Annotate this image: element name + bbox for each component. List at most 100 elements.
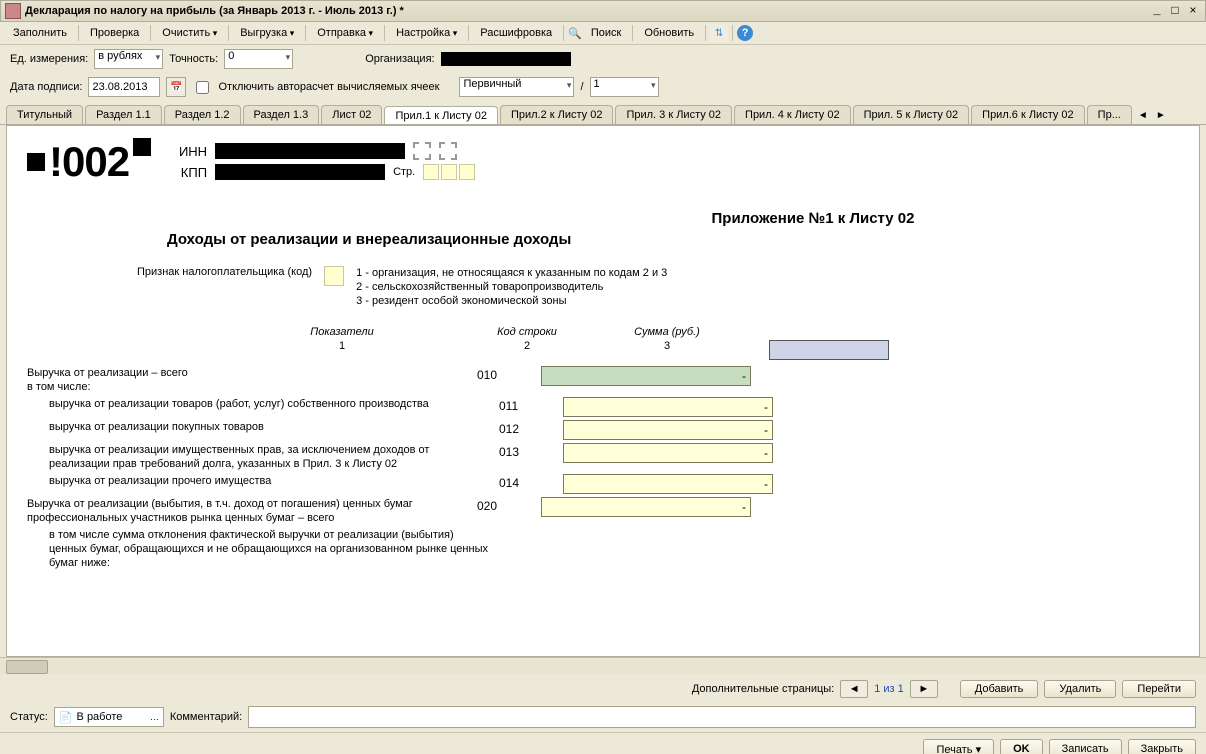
delete-page-button[interactable]: Удалить (1044, 680, 1116, 698)
row-code: 013 (499, 443, 563, 459)
status-value: В работе (77, 711, 123, 723)
tab-8[interactable]: Прил. 4 к Листу 02 (734, 105, 851, 124)
row-value-cell[interactable]: - (563, 443, 773, 463)
help-icon[interactable]: ? (737, 25, 753, 41)
decode-button[interactable]: Расшифровка (473, 24, 559, 42)
status-row: Статус: 📄 В работе … Комментарий: (0, 702, 1206, 732)
sign-date-input[interactable] (88, 77, 160, 97)
goto-page-button[interactable]: Перейти (1122, 680, 1196, 698)
data-row: в том числе сумма отклонения фактической… (27, 528, 1179, 570)
tab-5[interactable]: Прил.1 к Листу 02 (384, 106, 498, 125)
tab-4[interactable]: Лист 02 (321, 105, 382, 124)
tab-2[interactable]: Раздел 1.2 (164, 105, 241, 124)
comment-input[interactable] (248, 706, 1196, 728)
save-button[interactable]: Записать (1049, 739, 1122, 754)
column-headers: Показатели Код строки Сумма (руб.) (207, 326, 1179, 338)
tab-11[interactable]: Пр... (1087, 105, 1132, 124)
page-indicator: 1 из 1 (874, 683, 904, 695)
inn-value (215, 143, 405, 159)
minimize-button[interactable]: _ (1149, 4, 1165, 18)
appendix-title: Приложение №1 к Листу 02 (447, 210, 1179, 227)
search-button[interactable]: Поиск (584, 24, 628, 42)
row-desc: выручка от реализации имущественных прав… (27, 443, 499, 471)
main-toolbar: Заполнить Проверка Очистить Выгрузка Отп… (0, 22, 1206, 45)
tab-scroll-left[interactable]: ◄ (1136, 106, 1150, 124)
tab-0[interactable]: Титульный (6, 105, 83, 124)
row-code (499, 528, 563, 530)
horizontal-scrollbar[interactable] (0, 657, 1206, 674)
sort-icon[interactable]: ⇅ (710, 24, 728, 42)
legend-line-1: 1 - организация, не относящаяся к указан… (356, 266, 667, 280)
row-code: 020 (477, 497, 541, 513)
col-num-2: 2 (477, 340, 577, 360)
form-page[interactable]: !002 ИНН КПП Стр. (6, 125, 1200, 657)
row-desc: выручка от реализации покупных товаров (27, 420, 499, 434)
taxpayer-legend: Признак налогоплательщика (код) 1 - орга… (137, 266, 1179, 308)
data-row: Выручка от реализации – всегов том числе… (27, 366, 1179, 394)
row-value-cell[interactable]: - (541, 497, 751, 517)
print-button[interactable]: Печать ▾ (923, 739, 994, 754)
row-value-cell[interactable]: - (541, 366, 751, 386)
section-title: Доходы от реализации и внереализационные… (167, 231, 1179, 248)
row-code: 012 (499, 420, 563, 436)
sign-date-label: Дата подписи: (10, 81, 82, 93)
row-desc: Выручка от реализации (выбытия, в т.ч. д… (27, 497, 477, 525)
inn-extra-1 (413, 142, 431, 160)
status-field[interactable]: 📄 В работе … (54, 707, 164, 727)
tab-7[interactable]: Прил. 3 к Листу 02 (615, 105, 732, 124)
add-page-button[interactable]: Добавить (960, 680, 1039, 698)
disable-autocalc-checkbox[interactable] (196, 81, 209, 94)
tab-scroll-right[interactable]: ► (1154, 106, 1168, 124)
org-value (441, 52, 571, 66)
params-row-1: Ед. измерения: в рублях Точность: 0 Орга… (0, 45, 1206, 73)
ok-button[interactable]: OK (1000, 739, 1043, 754)
col-header-3: Сумма (руб.) (577, 326, 757, 338)
close-button[interactable]: Закрыть (1128, 739, 1196, 754)
tab-9[interactable]: Прил. 5 к Листу 02 (853, 105, 970, 124)
row-value-cell[interactable]: - (563, 397, 773, 417)
row-value-cell[interactable]: - (563, 474, 773, 494)
inn-extra-2 (439, 142, 457, 160)
page-prev-button[interactable]: ◄ (840, 680, 868, 698)
document-icon: 📄 (59, 711, 73, 724)
selection-cell[interactable] (769, 340, 889, 360)
search-icon: 🔍 (568, 27, 582, 40)
row-desc: выручка от реализации прочего имущества (27, 474, 499, 488)
page-next-button[interactable]: ► (910, 680, 938, 698)
data-row: выручка от реализации покупных товаров01… (27, 420, 1179, 440)
calendar-icon[interactable]: 📅 (166, 77, 186, 97)
data-row: Выручка от реализации (выбытия, в т.ч. д… (27, 497, 1179, 525)
doc-type-combo[interactable]: Первичный (459, 77, 574, 97)
units-label: Ед. измерения: (10, 53, 88, 65)
send-button[interactable]: Отправка (310, 24, 380, 42)
row-value-cell[interactable]: - (563, 420, 773, 440)
tab-1[interactable]: Раздел 1.1 (85, 105, 162, 124)
tab-3[interactable]: Раздел 1.3 (243, 105, 320, 124)
comment-label: Комментарий: (170, 711, 242, 723)
row-desc: выручка от реализации товаров (работ, ус… (27, 397, 499, 411)
org-label: Организация: (365, 53, 434, 65)
tab-10[interactable]: Прил.6 к Листу 02 (971, 105, 1085, 124)
settings-button[interactable]: Настройка (389, 24, 464, 42)
corr-num-spinner[interactable]: 1 (590, 77, 659, 97)
units-combo[interactable]: в рублях (94, 49, 163, 69)
disable-autocalc-label: Отключить авторасчет вычисляемых ячеек (218, 81, 439, 93)
kpp-value (215, 164, 385, 180)
precision-label: Точность: (169, 53, 218, 65)
pager-row: Дополнительные страницы: ◄ 1 из 1 ► Доба… (0, 674, 1206, 702)
clear-button[interactable]: Очистить (155, 24, 224, 42)
sep-slash: / (580, 81, 583, 93)
fill-button[interactable]: Заполнить (6, 24, 74, 42)
inn-label: ИНН (171, 144, 207, 159)
kpp-label: КПП (171, 165, 207, 180)
page-boxes (423, 164, 475, 180)
refresh-button[interactable]: Обновить (637, 24, 701, 42)
check-button[interactable]: Проверка (83, 24, 146, 42)
export-button[interactable]: Выгрузка (233, 24, 301, 42)
maximize-button[interactable]: □ (1167, 4, 1183, 18)
tab-6[interactable]: Прил.2 к Листу 02 (500, 105, 614, 124)
close-window-button[interactable]: × (1185, 4, 1201, 18)
taxpayer-code-box[interactable] (324, 266, 344, 286)
legend-line-3: 3 - резидент особой экономической зоны (356, 294, 667, 308)
precision-spinner[interactable]: 0 (224, 49, 293, 69)
